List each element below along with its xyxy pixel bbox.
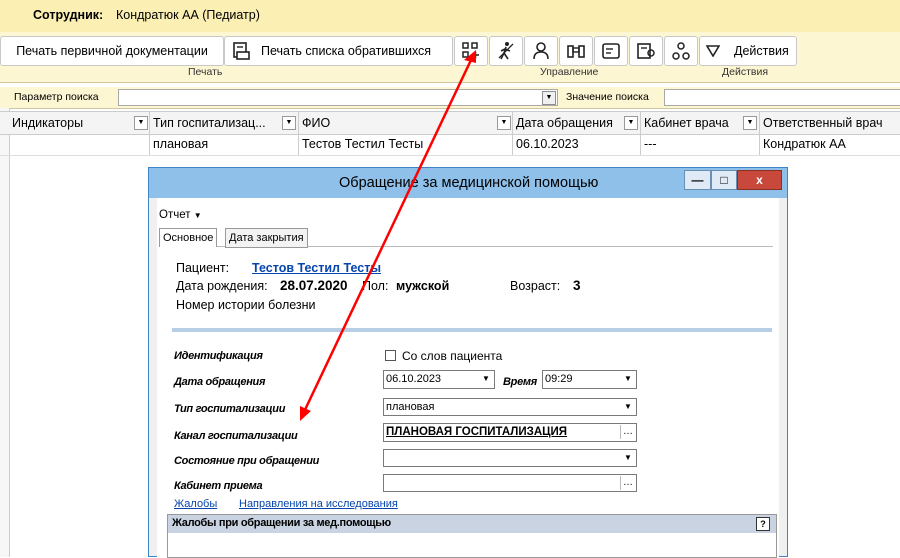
arrow-head-top bbox=[464, 50, 476, 63]
arrow-line bbox=[301, 59, 473, 415]
annotation-arrow bbox=[300, 50, 476, 421]
